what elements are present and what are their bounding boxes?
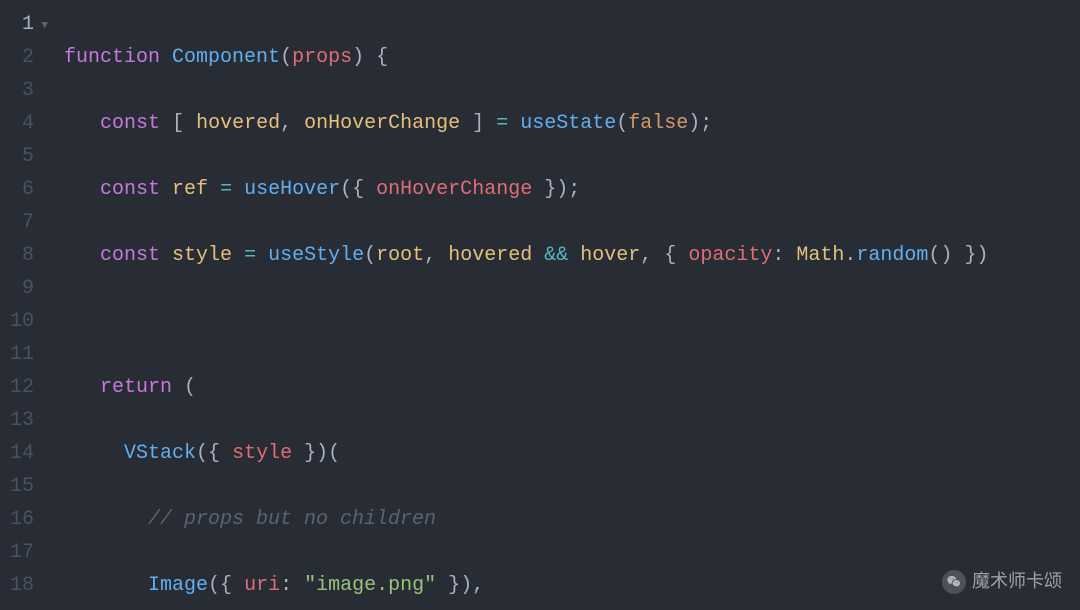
code-line[interactable]: VStack({ style })( — [64, 437, 1080, 470]
line-number: 6 — [0, 173, 48, 206]
line-number: 12 — [0, 371, 48, 404]
fold-arrow-icon[interactable]: ▼ — [41, 10, 48, 43]
watermark-text: 魔术师卡颂 — [972, 565, 1062, 598]
wechat-icon — [942, 570, 966, 594]
code-line[interactable]: return ( — [64, 371, 1080, 404]
line-number: 5 — [0, 140, 48, 173]
code-line[interactable]: // props but no children — [64, 503, 1080, 536]
line-number: 7 — [0, 206, 48, 239]
line-number: 14 — [0, 437, 48, 470]
code-line[interactable]: const [ hovered, onHoverChange ] = useSt… — [64, 107, 1080, 140]
code-editor: 1▼ 2 3 4 5 6 7 8 9 10 11 12 13 14 15 16 … — [0, 0, 1080, 610]
line-number: 4 — [0, 107, 48, 140]
line-gutter: 1▼ 2 3 4 5 6 7 8 9 10 11 12 13 14 15 16 … — [0, 0, 48, 610]
line-number: 10 — [0, 305, 48, 338]
line-number: 16 — [0, 503, 48, 536]
line-number: 3 — [0, 74, 48, 107]
line-number: 1▼ — [0, 8, 48, 41]
line-number: 11 — [0, 338, 48, 371]
line-number: 13 — [0, 404, 48, 437]
line-number: 18 — [0, 569, 48, 602]
code-line[interactable]: const ref = useHover({ onHoverChange }); — [64, 173, 1080, 206]
line-number: 17 — [0, 536, 48, 569]
code-line[interactable] — [64, 305, 1080, 338]
code-line[interactable]: const style = useStyle(root, hovered && … — [64, 239, 1080, 272]
code-line[interactable]: Image({ uri: "image.png" }), — [64, 569, 1080, 602]
line-number: 2 — [0, 41, 48, 74]
code-area[interactable]: function Component(props) { const [ hove… — [48, 0, 1080, 610]
line-number: 9 — [0, 272, 48, 305]
code-line[interactable]: function Component(props) { — [64, 41, 1080, 74]
line-number: 15 — [0, 470, 48, 503]
line-number: 8 — [0, 239, 48, 272]
watermark: 魔术师卡颂 — [942, 565, 1062, 598]
